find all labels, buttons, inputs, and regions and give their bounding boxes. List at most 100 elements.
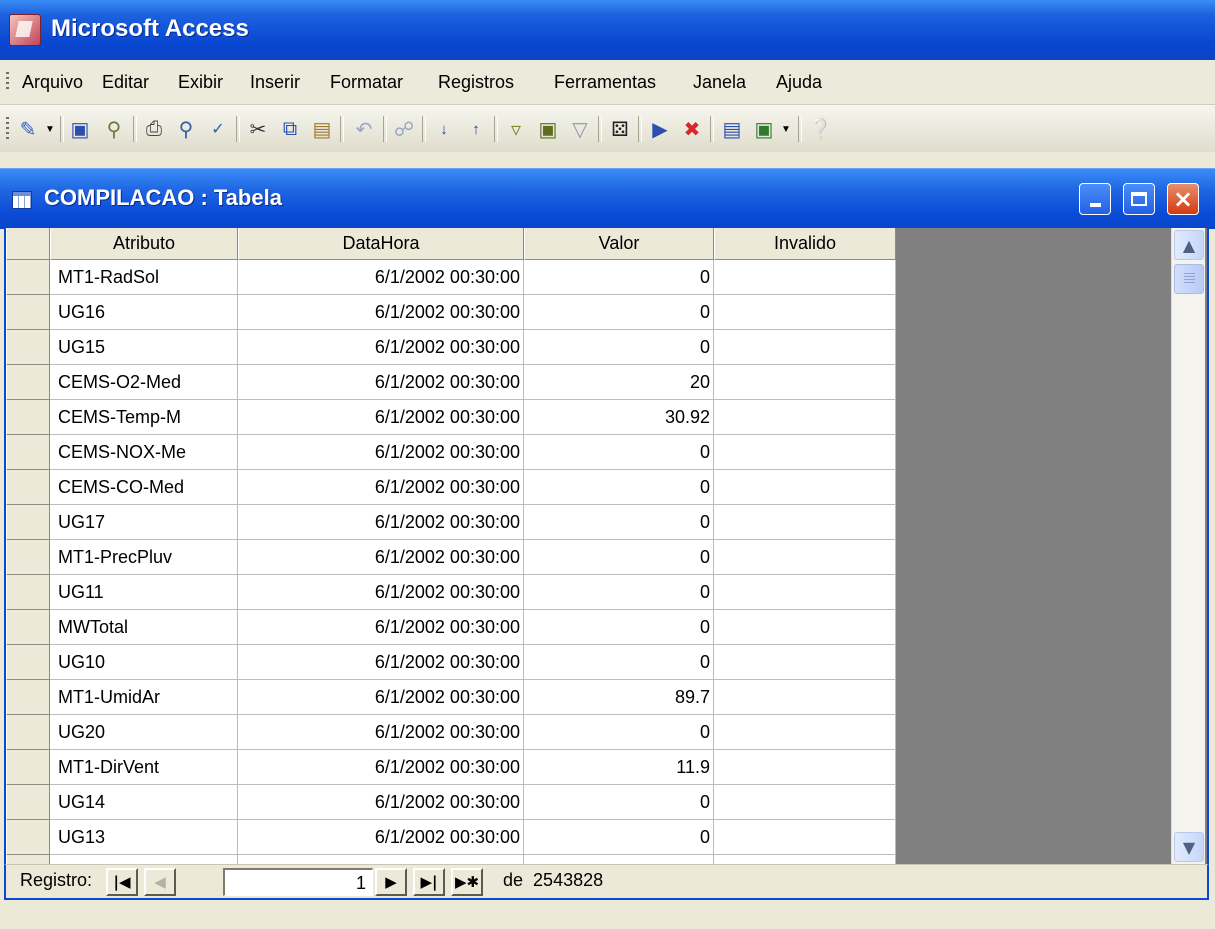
cell-datahora[interactable]: 6/1/2002 01:30:00 xyxy=(238,855,524,864)
cell-valor[interactable]: 0 xyxy=(524,715,714,750)
cell-datahora[interactable]: 6/1/2002 00:30:00 xyxy=(238,820,524,855)
cut-icon[interactable]: ✂ xyxy=(244,115,272,143)
row-selector[interactable] xyxy=(6,330,50,365)
record-number-input[interactable]: 1 xyxy=(223,868,373,896)
cell-invalido[interactable] xyxy=(714,645,896,680)
menubar-grip[interactable] xyxy=(6,72,9,92)
cell-atributo[interactable]: QA1-UGNM xyxy=(50,855,238,864)
cell-atributo[interactable]: CEMS-O2-Med xyxy=(50,365,238,400)
row-selector[interactable] xyxy=(6,645,50,680)
cell-atributo[interactable]: UG13 xyxy=(50,820,238,855)
new-object-dropdown-icon[interactable]: ▼ xyxy=(780,115,792,143)
cell-datahora[interactable]: 6/1/2002 00:30:00 xyxy=(238,610,524,645)
cell-atributo[interactable]: UG16 xyxy=(50,295,238,330)
help-icon[interactable]: ❔ xyxy=(806,115,834,143)
cell-valor[interactable]: 0 xyxy=(524,470,714,505)
cell-atributo[interactable]: MT1-RadSol xyxy=(50,260,238,295)
menu-janela[interactable]: Janela xyxy=(693,72,746,93)
paste-icon[interactable]: ▤ xyxy=(308,115,336,143)
cell-invalido[interactable] xyxy=(714,435,896,470)
cell-invalido[interactable] xyxy=(714,820,896,855)
cell-datahora[interactable]: 6/1/2002 00:30:00 xyxy=(238,575,524,610)
undo-icon[interactable]: ↶ xyxy=(350,115,378,143)
cell-datahora[interactable]: 6/1/2002 00:30:00 xyxy=(238,470,524,505)
cell-valor[interactable]: 0 xyxy=(524,435,714,470)
cell-valor[interactable]: 30.92 xyxy=(524,400,714,435)
cell-atributo[interactable]: CEMS-Temp-M xyxy=(50,400,238,435)
cell-valor[interactable]: 20 xyxy=(524,365,714,400)
print-preview-icon[interactable]: ⚲ xyxy=(172,115,200,143)
sort-ascending-icon[interactable]: ↓ xyxy=(430,115,458,143)
cell-invalido[interactable] xyxy=(714,365,896,400)
cell-valor[interactable]: 89.7 xyxy=(524,680,714,715)
last-record-button[interactable]: ▶| xyxy=(413,868,445,896)
next-record-button[interactable]: ▶ xyxy=(375,868,407,896)
cell-datahora[interactable]: 6/1/2002 00:30:00 xyxy=(238,680,524,715)
cell-invalido[interactable] xyxy=(714,295,896,330)
access-app-icon[interactable] xyxy=(9,14,41,46)
row-selector[interactable] xyxy=(6,435,50,470)
cell-atributo[interactable]: UG20 xyxy=(50,715,238,750)
cell-datahora[interactable]: 6/1/2002 00:30:00 xyxy=(238,540,524,575)
row-selector[interactable] xyxy=(6,680,50,715)
cell-datahora[interactable]: 6/1/2002 00:30:00 xyxy=(238,645,524,680)
menu-ferramentas[interactable]: Ferramentas xyxy=(554,72,656,93)
design-view-icon[interactable]: ✎ xyxy=(14,115,42,143)
cell-invalido[interactable] xyxy=(714,540,896,575)
filter-by-selection-icon[interactable]: ▿ xyxy=(502,115,530,143)
cell-valor[interactable]: 11.9 xyxy=(524,750,714,785)
menu-ajuda[interactable]: Ajuda xyxy=(776,72,822,93)
cell-datahora[interactable]: 6/1/2002 00:30:00 xyxy=(238,260,524,295)
cell-atributo[interactable]: UG10 xyxy=(50,645,238,680)
row-selector[interactable] xyxy=(6,540,50,575)
cell-invalido[interactable] xyxy=(714,330,896,365)
vertical-scrollbar[interactable]: ▲ ▼ xyxy=(1171,228,1205,864)
cell-invalido[interactable] xyxy=(714,610,896,645)
row-selector[interactable] xyxy=(6,575,50,610)
maximize-button[interactable] xyxy=(1123,183,1155,215)
copy-icon[interactable]: ⧉ xyxy=(276,115,304,143)
cell-atributo[interactable]: CEMS-NOX-Me xyxy=(50,435,238,470)
cell-invalido[interactable] xyxy=(714,785,896,820)
cell-invalido[interactable] xyxy=(714,575,896,610)
cell-atributo[interactable]: UG17 xyxy=(50,505,238,540)
cell-atributo[interactable]: MT1-PrecPluv xyxy=(50,540,238,575)
scroll-thumb[interactable] xyxy=(1174,264,1204,294)
insert-hyperlink-icon[interactable]: ☍ xyxy=(390,115,418,143)
cell-valor[interactable]: 0 xyxy=(524,820,714,855)
scroll-up-button[interactable]: ▲ xyxy=(1174,230,1204,260)
row-selector[interactable] xyxy=(6,610,50,645)
cell-valor[interactable]: 0 xyxy=(524,645,714,680)
row-selector[interactable] xyxy=(6,820,50,855)
cell-datahora[interactable]: 6/1/2002 00:30:00 xyxy=(238,435,524,470)
cell-datahora[interactable]: 6/1/2002 00:30:00 xyxy=(238,505,524,540)
cell-atributo[interactable]: CEMS-CO-Med xyxy=(50,470,238,505)
row-selector[interactable] xyxy=(6,470,50,505)
cell-datahora[interactable]: 6/1/2002 00:30:00 xyxy=(238,365,524,400)
first-record-button[interactable]: |◀ xyxy=(106,868,138,896)
cell-valor[interactable]: 0 xyxy=(524,575,714,610)
save-icon[interactable]: ▣ xyxy=(66,115,94,143)
row-selector[interactable] xyxy=(6,505,50,540)
cell-datahora[interactable]: 6/1/2002 00:30:00 xyxy=(238,785,524,820)
menu-inserir[interactable]: Inserir xyxy=(250,72,300,93)
cell-atributo[interactable]: MT1-DirVent xyxy=(50,750,238,785)
column-header-valor[interactable]: Valor xyxy=(524,228,714,260)
row-selector[interactable] xyxy=(6,365,50,400)
cell-atributo[interactable]: UG14 xyxy=(50,785,238,820)
column-header-datahora[interactable]: DataHora xyxy=(238,228,524,260)
menu-formatar[interactable]: Formatar xyxy=(330,72,403,93)
cell-invalido[interactable] xyxy=(714,680,896,715)
cell-valor[interactable]: 0 xyxy=(524,330,714,365)
view-dropdown-icon[interactable]: ▼ xyxy=(44,115,56,143)
menu-registros[interactable]: Registros xyxy=(438,72,514,93)
cell-invalido[interactable] xyxy=(714,470,896,505)
database-window-icon[interactable]: ▤ xyxy=(718,115,746,143)
select-all-corner[interactable] xyxy=(6,228,50,260)
minimize-button[interactable] xyxy=(1079,183,1111,215)
row-selector[interactable] xyxy=(6,750,50,785)
cell-invalido[interactable] xyxy=(714,505,896,540)
cell-datahora[interactable]: 6/1/2002 00:30:00 xyxy=(238,400,524,435)
cell-valor[interactable]: 0 xyxy=(524,505,714,540)
cell-atributo[interactable]: MWTotal xyxy=(50,610,238,645)
